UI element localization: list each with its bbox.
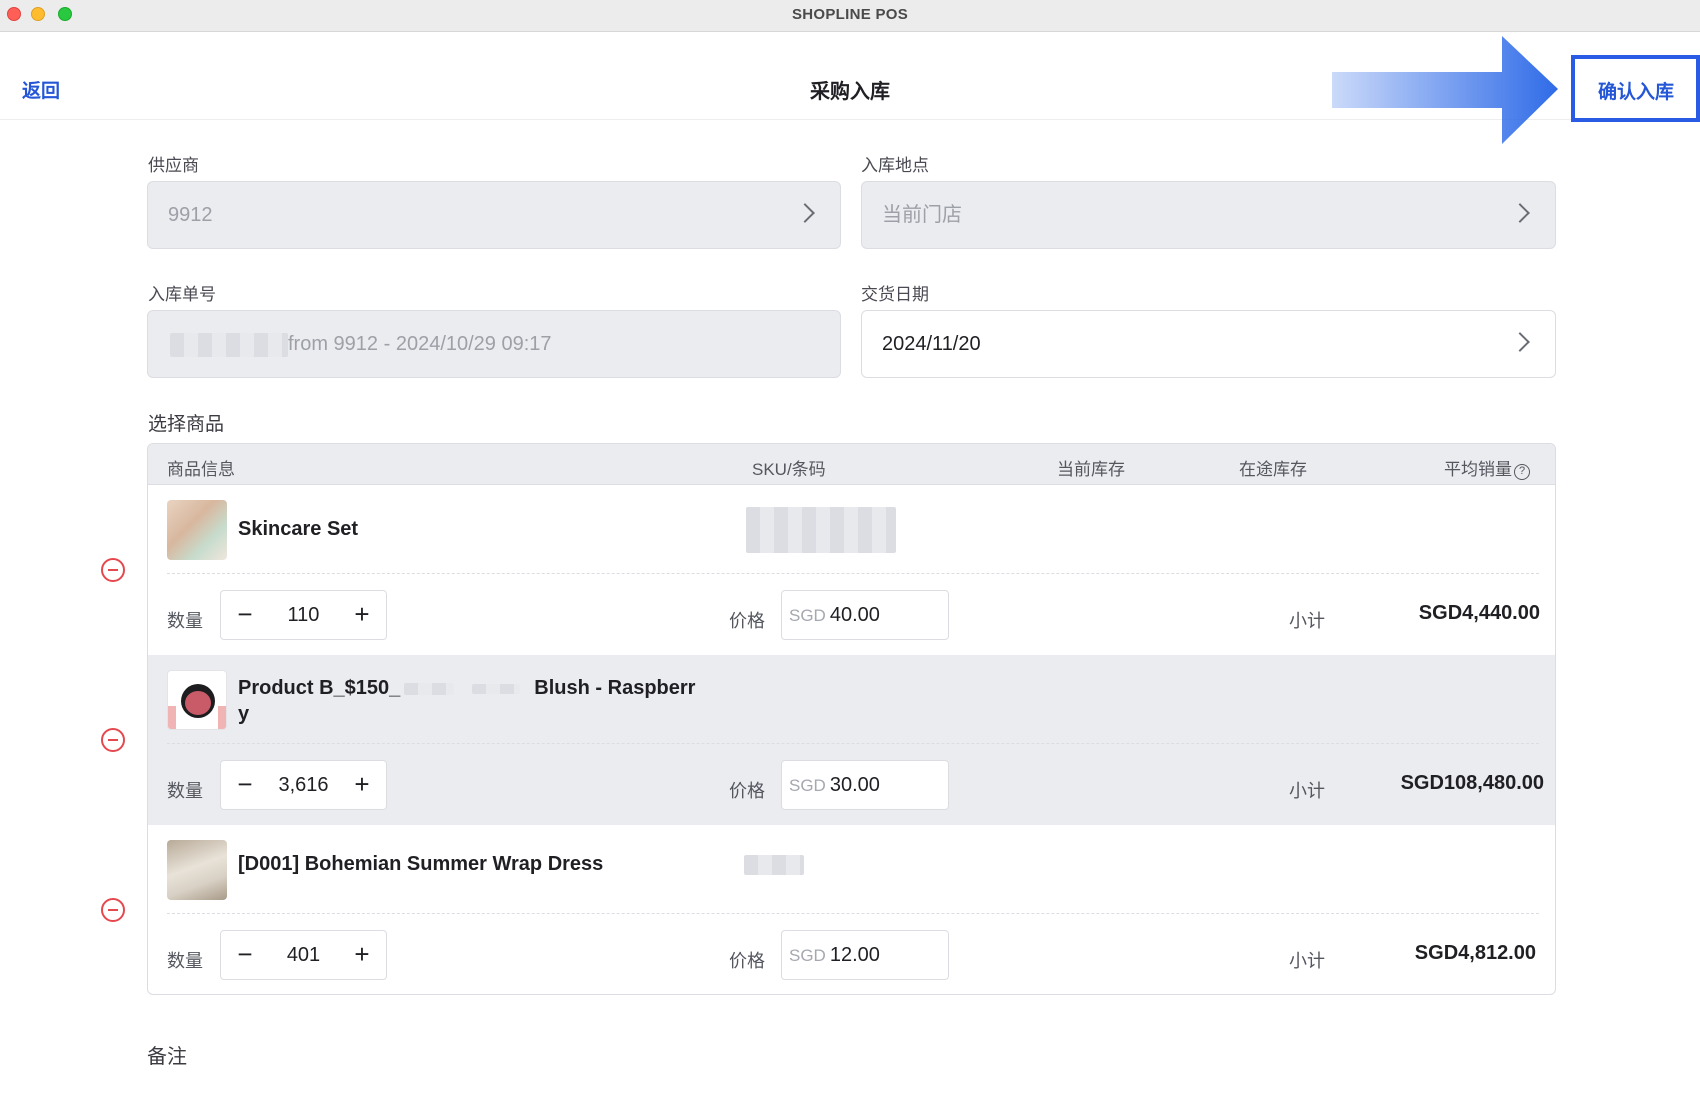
quantity-input[interactable]: 401 bbox=[265, 931, 342, 979]
increment-button[interactable]: + bbox=[340, 591, 384, 639]
redacted-text bbox=[404, 682, 455, 695]
row-divider bbox=[167, 913, 1539, 914]
price-label: 价格 bbox=[729, 781, 765, 801]
chevron-right-icon bbox=[795, 203, 815, 223]
delivery-date-label: 交货日期 bbox=[861, 285, 929, 304]
col-avg-sales-label: 平均销量 bbox=[1444, 460, 1512, 479]
product-thumbnail bbox=[167, 840, 227, 900]
select-products-label: 选择商品 bbox=[148, 414, 225, 435]
price-input[interactable]: SGD 40.00 bbox=[781, 590, 949, 640]
notes-label: 备注 bbox=[147, 1046, 187, 1068]
quantity-label: 数量 bbox=[167, 611, 203, 631]
supplier-field[interactable]: 9912 bbox=[147, 181, 841, 249]
table-row: Product B_$150_ Blush - Raspberr y 数量 − 3… bbox=[148, 655, 1555, 825]
quantity-input[interactable]: 3,616 bbox=[265, 761, 342, 809]
col-product-info: 商品信息 bbox=[167, 460, 235, 479]
remove-item-button[interactable] bbox=[101, 898, 125, 922]
subtotal-label: 小计 bbox=[1289, 781, 1325, 801]
decrement-button[interactable]: − bbox=[223, 591, 267, 639]
quantity-stepper: − 110 + bbox=[220, 590, 387, 640]
subtotal-value: SGD4,812.00 bbox=[1414, 942, 1536, 964]
product-name: Skincare Set bbox=[238, 518, 359, 540]
remove-item-button[interactable] bbox=[101, 728, 125, 752]
remove-item-button[interactable] bbox=[101, 558, 125, 582]
supplier-label: 供应商 bbox=[148, 156, 199, 175]
currency-prefix: SGD bbox=[789, 946, 826, 965]
row-divider bbox=[167, 573, 1539, 574]
product-thumbnail bbox=[167, 500, 227, 560]
col-current-stock: 当前库存 bbox=[1057, 460, 1125, 479]
quantity-label: 数量 bbox=[167, 781, 203, 801]
help-icon[interactable]: ? bbox=[1514, 464, 1530, 480]
col-avg-sales: 平均销量? bbox=[1444, 455, 1530, 480]
increment-button[interactable]: + bbox=[340, 931, 384, 979]
chevron-right-icon bbox=[1510, 332, 1530, 352]
table-row: Skincare Set 数量 − 110 + 价格 SGD 40.00 小计 S… bbox=[148, 485, 1555, 655]
table-header: 商品信息 SKU/条码 当前库存 在途库存 平均销量? bbox=[148, 444, 1555, 485]
quantity-input[interactable]: 110 bbox=[265, 591, 342, 639]
product-name-line2: y bbox=[238, 703, 250, 725]
col-in-transit: 在途库存 bbox=[1239, 460, 1307, 479]
delivery-date-value: 2024/11/20 bbox=[882, 333, 981, 355]
order-no-value: from 9912 - 2024/10/29 09:17 bbox=[288, 333, 552, 355]
confirm-stock-in-button[interactable]: 确认入库 bbox=[1598, 77, 1674, 104]
col-sku: SKU/条码 bbox=[752, 460, 826, 479]
price-input[interactable]: SGD 30.00 bbox=[781, 760, 949, 810]
product-name: [D001] Bohemian Summer Wrap Dress bbox=[238, 853, 604, 875]
supplier-value: 9912 bbox=[168, 204, 213, 226]
quantity-stepper: − 401 + bbox=[220, 930, 387, 980]
product-table: 商品信息 SKU/条码 当前库存 在途库存 平均销量? Skincare Set… bbox=[147, 443, 1556, 995]
chevron-right-icon bbox=[1510, 203, 1530, 223]
price-value: 12.00 bbox=[829, 944, 880, 966]
currency-prefix: SGD bbox=[789, 606, 826, 625]
location-label: 入库地点 bbox=[861, 156, 929, 175]
price-value: 30.00 bbox=[829, 774, 880, 796]
redacted-text bbox=[472, 683, 521, 694]
window-titlebar: SHOPLINE POS bbox=[0, 0, 1700, 32]
product-name-suffix: Blush - Raspberr bbox=[534, 677, 696, 699]
row-divider bbox=[167, 743, 1539, 744]
decrement-button[interactable]: − bbox=[223, 761, 267, 809]
subtotal-value: SGD4,440.00 bbox=[1418, 602, 1540, 624]
quantity-label: 数量 bbox=[167, 951, 203, 971]
arrow-right-icon bbox=[1332, 36, 1558, 144]
table-row: [D001] Bohemian Summer Wrap Dress 数量 − 4… bbox=[148, 825, 1555, 994]
decrement-button[interactable]: − bbox=[223, 931, 267, 979]
currency-prefix: SGD bbox=[789, 776, 826, 795]
price-label: 价格 bbox=[729, 951, 765, 971]
increment-button[interactable]: + bbox=[340, 761, 384, 809]
subtotal-label: 小计 bbox=[1289, 951, 1325, 971]
quantity-stepper: − 3,616 + bbox=[220, 760, 387, 810]
order-no-field: from 9912 - 2024/10/29 09:17 bbox=[147, 310, 841, 378]
product-thumbnail bbox=[167, 670, 227, 730]
product-name: Product B_$150_ Blush - Raspberr bbox=[238, 677, 695, 700]
redacted-sku bbox=[744, 855, 804, 875]
product-name-prefix: Product B_$150_ bbox=[238, 677, 401, 699]
window-title: SHOPLINE POS bbox=[791, 6, 909, 23]
price-input[interactable]: SGD 12.00 bbox=[781, 930, 949, 980]
subtotal-value: SGD108,480.00 bbox=[1400, 772, 1544, 794]
redacted-sku bbox=[746, 507, 896, 553]
subtotal-label: 小计 bbox=[1289, 611, 1325, 631]
redacted-text bbox=[170, 332, 288, 357]
price-value: 40.00 bbox=[829, 604, 880, 626]
order-no-label: 入库单号 bbox=[148, 285, 216, 304]
delivery-date-field[interactable]: 2024/11/20 bbox=[861, 310, 1556, 378]
location-value: 当前门店 bbox=[882, 204, 962, 226]
price-label: 价格 bbox=[729, 611, 765, 631]
location-field[interactable]: 当前门店 bbox=[861, 181, 1556, 249]
